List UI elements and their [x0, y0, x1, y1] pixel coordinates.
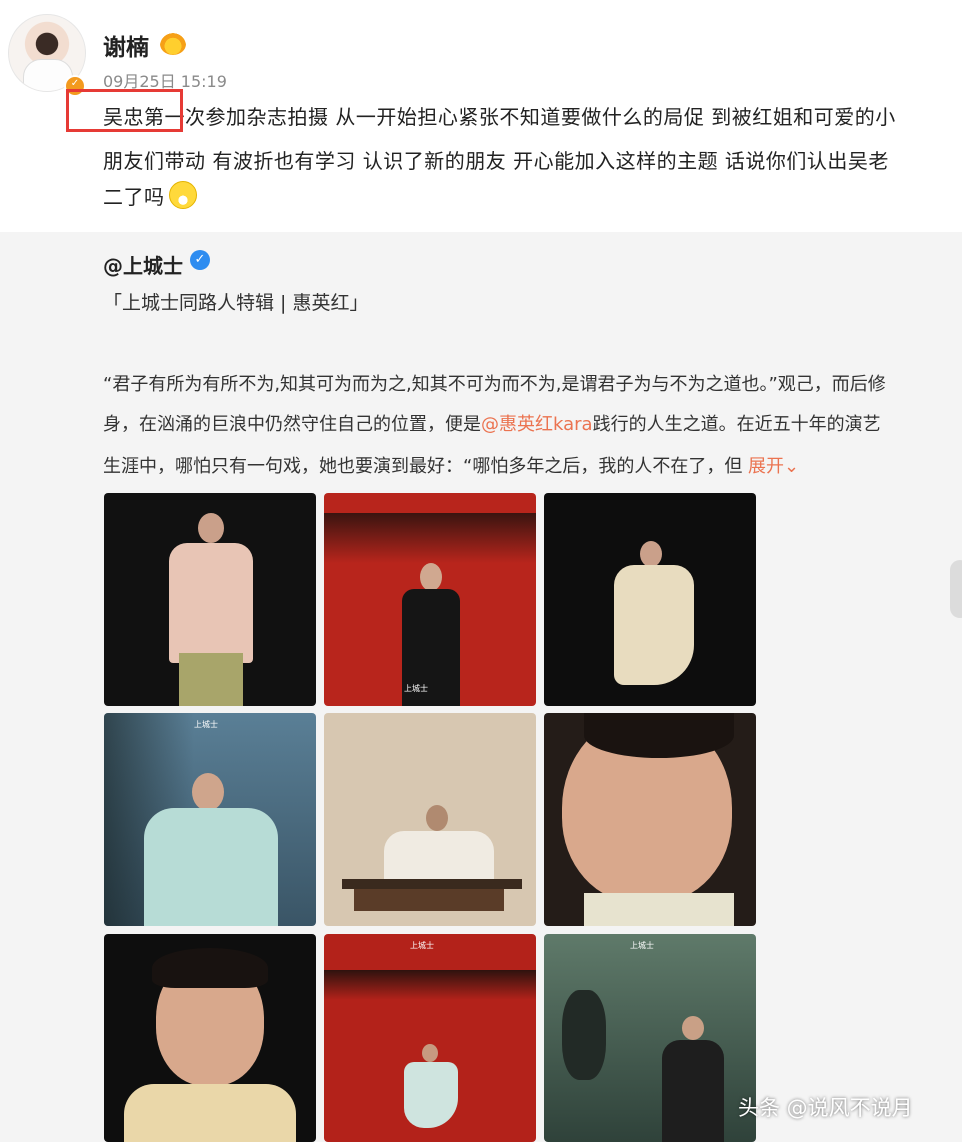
repost-body-line-3: 生涯中，哪怕只有一句戏，她也要演到最好：“哪怕多年之后，我的人不在了，但 展开⌄	[103, 456, 800, 477]
weibo-post: ✓ 谢楠 09月25日 15:19 吴忠第一次参加杂志拍摄 从一开始担心紧张不知…	[0, 0, 962, 232]
post-text-line-1: 吴忠第一次参加杂志拍摄 从一开始担心紧张不知道要做什么的局促 到被红姐和可爱的小	[103, 105, 896, 129]
expand-link[interactable]: 展开⌄	[748, 456, 799, 477]
repost-body-line-1: “君子有所为有所不为,知其可为而为之,知其不可为而不为,是谓君子为与不为之道也。…	[103, 374, 886, 395]
photo-child-rock-garden[interactable]: 上城士	[544, 934, 756, 1142]
post-text-line-3: 二了吗	[103, 181, 197, 210]
photo-child-closeup[interactable]	[544, 713, 756, 926]
photo-woman-white-dress[interactable]	[544, 493, 756, 706]
photo-logo: 上城士	[410, 941, 434, 950]
post-username[interactable]: 谢楠	[103, 28, 149, 62]
photo-logo: 上城士	[404, 684, 428, 693]
chevron-down-icon: ⌄	[784, 456, 800, 477]
photo-child-portrait[interactable]	[104, 934, 316, 1142]
photo-child-pink-jacket[interactable]	[104, 493, 316, 706]
crown-icon	[160, 33, 186, 55]
photo-woman-guqin[interactable]	[324, 713, 536, 926]
repost-title: 「上城士同路人特辑 | 惠英红」	[103, 292, 369, 314]
repost-body-line-2: 身，在汹涌的巨浪中仍然守住自己的位置，便是@惠英红kara践行的人生之道。在近五…	[103, 414, 881, 435]
highlight-box	[66, 89, 183, 132]
photo-woman-red-room[interactable]: 上城士	[324, 493, 536, 706]
post-text-line-2: 朋友们带动 有波折也有学习 认识了新的朋友 开心能加入这样的主题 话说你们认出吴…	[103, 149, 889, 173]
photo-logo: 上城士	[630, 941, 654, 950]
mention-link[interactable]: @惠英红kara	[481, 414, 593, 435]
grinning-emoji-icon	[168, 181, 197, 209]
blue-verified-icon: ✓	[190, 250, 210, 270]
photo-child-red-stage[interactable]: 上城士	[324, 934, 536, 1142]
repost-username[interactable]: @上城士	[103, 250, 183, 279]
scroll-handle[interactable]	[950, 560, 962, 618]
photo-child-pine-tree[interactable]: 上城士	[104, 713, 316, 926]
photo-logo: 上城士	[194, 720, 218, 729]
watermark: 头条 @说风不说月	[738, 1096, 913, 1120]
